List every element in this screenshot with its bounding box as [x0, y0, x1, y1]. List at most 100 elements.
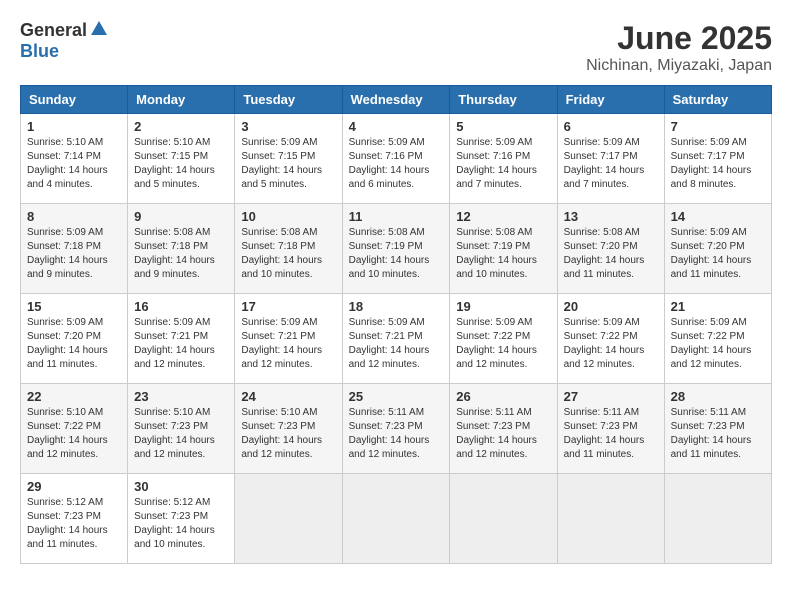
daylight-label: Daylight: 14 hours and 12 minutes. [241, 345, 322, 370]
day-info: Sunrise: 5:09 AM Sunset: 7:16 PM Dayligh… [349, 136, 444, 192]
sunrise-label: Sunrise: 5:09 AM [27, 317, 103, 328]
table-row: 5 Sunrise: 5:09 AM Sunset: 7:16 PM Dayli… [450, 114, 557, 204]
daylight-label: Daylight: 14 hours and 11 minutes. [671, 435, 752, 460]
day-number: 5 [456, 119, 550, 134]
table-row: 25 Sunrise: 5:11 AM Sunset: 7:23 PM Dayl… [342, 384, 450, 474]
day-number: 15 [27, 299, 121, 314]
sunrise-label: Sunrise: 5:10 AM [134, 407, 210, 418]
sunrise-label: Sunrise: 5:09 AM [564, 317, 640, 328]
day-info: Sunrise: 5:10 AM Sunset: 7:15 PM Dayligh… [134, 136, 228, 192]
sunset-label: Sunset: 7:18 PM [134, 241, 208, 252]
sunrise-label: Sunrise: 5:09 AM [671, 317, 747, 328]
daylight-label: Daylight: 14 hours and 10 minutes. [241, 255, 322, 280]
table-row: 1 Sunrise: 5:10 AM Sunset: 7:14 PM Dayli… [21, 114, 128, 204]
daylight-label: Daylight: 14 hours and 11 minutes. [27, 525, 108, 550]
daylight-label: Daylight: 14 hours and 9 minutes. [134, 255, 215, 280]
day-info: Sunrise: 5:12 AM Sunset: 7:23 PM Dayligh… [134, 496, 228, 552]
day-info: Sunrise: 5:10 AM Sunset: 7:22 PM Dayligh… [27, 406, 121, 462]
table-row: 29 Sunrise: 5:12 AM Sunset: 7:23 PM Dayl… [21, 474, 128, 564]
day-info: Sunrise: 5:09 AM Sunset: 7:20 PM Dayligh… [27, 316, 121, 372]
day-number: 21 [671, 299, 765, 314]
day-number: 9 [134, 209, 228, 224]
sunset-label: Sunset: 7:22 PM [456, 331, 530, 342]
logo: General Blue [20, 20, 109, 62]
table-row: 6 Sunrise: 5:09 AM Sunset: 7:17 PM Dayli… [557, 114, 664, 204]
table-row: 23 Sunrise: 5:10 AM Sunset: 7:23 PM Dayl… [128, 384, 235, 474]
sunrise-label: Sunrise: 5:10 AM [241, 407, 317, 418]
title-area: June 2025 Nichinan, Miyazaki, Japan [586, 20, 772, 75]
sunrise-label: Sunrise: 5:12 AM [27, 497, 103, 508]
daylight-label: Daylight: 14 hours and 4 minutes. [27, 165, 108, 190]
calendar-week-row: 15 Sunrise: 5:09 AM Sunset: 7:20 PM Dayl… [21, 294, 772, 384]
day-number: 4 [349, 119, 444, 134]
logo-general-text: General [20, 20, 87, 41]
day-number: 14 [671, 209, 765, 224]
sunset-label: Sunset: 7:22 PM [671, 331, 745, 342]
sunrise-label: Sunrise: 5:09 AM [349, 317, 425, 328]
daylight-label: Daylight: 14 hours and 12 minutes. [456, 345, 537, 370]
sunset-label: Sunset: 7:23 PM [241, 421, 315, 432]
sunset-label: Sunset: 7:23 PM [564, 421, 638, 432]
day-number: 3 [241, 119, 335, 134]
day-number: 23 [134, 389, 228, 404]
month-title: June 2025 [586, 20, 772, 57]
daylight-label: Daylight: 14 hours and 10 minutes. [134, 525, 215, 550]
daylight-label: Daylight: 14 hours and 12 minutes. [241, 435, 322, 460]
table-row: 26 Sunrise: 5:11 AM Sunset: 7:23 PM Dayl… [450, 384, 557, 474]
sunrise-label: Sunrise: 5:12 AM [134, 497, 210, 508]
col-monday: Monday [128, 86, 235, 114]
col-thursday: Thursday [450, 86, 557, 114]
sunrise-label: Sunrise: 5:09 AM [134, 317, 210, 328]
table-row [450, 474, 557, 564]
daylight-label: Daylight: 14 hours and 10 minutes. [349, 255, 430, 280]
day-info: Sunrise: 5:09 AM Sunset: 7:17 PM Dayligh… [671, 136, 765, 192]
day-number: 10 [241, 209, 335, 224]
sunrise-label: Sunrise: 5:10 AM [134, 137, 210, 148]
sunset-label: Sunset: 7:19 PM [456, 241, 530, 252]
table-row: 3 Sunrise: 5:09 AM Sunset: 7:15 PM Dayli… [235, 114, 342, 204]
table-row: 28 Sunrise: 5:11 AM Sunset: 7:23 PM Dayl… [664, 384, 771, 474]
daylight-label: Daylight: 14 hours and 11 minutes. [27, 345, 108, 370]
day-info: Sunrise: 5:11 AM Sunset: 7:23 PM Dayligh… [564, 406, 658, 462]
sunrise-label: Sunrise: 5:08 AM [456, 227, 532, 238]
day-number: 28 [671, 389, 765, 404]
table-row: 27 Sunrise: 5:11 AM Sunset: 7:23 PM Dayl… [557, 384, 664, 474]
sunset-label: Sunset: 7:21 PM [241, 331, 315, 342]
table-row [664, 474, 771, 564]
daylight-label: Daylight: 14 hours and 12 minutes. [27, 435, 108, 460]
table-row: 13 Sunrise: 5:08 AM Sunset: 7:20 PM Dayl… [557, 204, 664, 294]
day-number: 24 [241, 389, 335, 404]
day-info: Sunrise: 5:11 AM Sunset: 7:23 PM Dayligh… [349, 406, 444, 462]
day-info: Sunrise: 5:09 AM Sunset: 7:21 PM Dayligh… [349, 316, 444, 372]
day-info: Sunrise: 5:09 AM Sunset: 7:21 PM Dayligh… [241, 316, 335, 372]
sunset-label: Sunset: 7:14 PM [27, 151, 101, 162]
table-row: 18 Sunrise: 5:09 AM Sunset: 7:21 PM Dayl… [342, 294, 450, 384]
day-number: 25 [349, 389, 444, 404]
sunrise-label: Sunrise: 5:08 AM [564, 227, 640, 238]
sunrise-label: Sunrise: 5:10 AM [27, 407, 103, 418]
calendar-week-row: 22 Sunrise: 5:10 AM Sunset: 7:22 PM Dayl… [21, 384, 772, 474]
sunrise-label: Sunrise: 5:10 AM [27, 137, 103, 148]
table-row: 30 Sunrise: 5:12 AM Sunset: 7:23 PM Dayl… [128, 474, 235, 564]
day-info: Sunrise: 5:09 AM Sunset: 7:22 PM Dayligh… [671, 316, 765, 372]
day-number: 12 [456, 209, 550, 224]
daylight-label: Daylight: 14 hours and 9 minutes. [27, 255, 108, 280]
calendar-table: Sunday Monday Tuesday Wednesday Thursday… [20, 85, 772, 564]
day-info: Sunrise: 5:08 AM Sunset: 7:18 PM Dayligh… [134, 226, 228, 282]
table-row: 20 Sunrise: 5:09 AM Sunset: 7:22 PM Dayl… [557, 294, 664, 384]
sunset-label: Sunset: 7:21 PM [349, 331, 423, 342]
sunset-label: Sunset: 7:21 PM [134, 331, 208, 342]
sunrise-label: Sunrise: 5:11 AM [456, 407, 531, 418]
day-info: Sunrise: 5:08 AM Sunset: 7:18 PM Dayligh… [241, 226, 335, 282]
day-info: Sunrise: 5:11 AM Sunset: 7:23 PM Dayligh… [671, 406, 765, 462]
table-row: 12 Sunrise: 5:08 AM Sunset: 7:19 PM Dayl… [450, 204, 557, 294]
daylight-label: Daylight: 14 hours and 5 minutes. [241, 165, 322, 190]
daylight-label: Daylight: 14 hours and 12 minutes. [671, 345, 752, 370]
sunrise-label: Sunrise: 5:09 AM [564, 137, 640, 148]
calendar-week-row: 8 Sunrise: 5:09 AM Sunset: 7:18 PM Dayli… [21, 204, 772, 294]
day-number: 6 [564, 119, 658, 134]
table-row: 4 Sunrise: 5:09 AM Sunset: 7:16 PM Dayli… [342, 114, 450, 204]
daylight-label: Daylight: 14 hours and 5 minutes. [134, 165, 215, 190]
sunrise-label: Sunrise: 5:09 AM [671, 227, 747, 238]
sunrise-label: Sunrise: 5:11 AM [671, 407, 746, 418]
